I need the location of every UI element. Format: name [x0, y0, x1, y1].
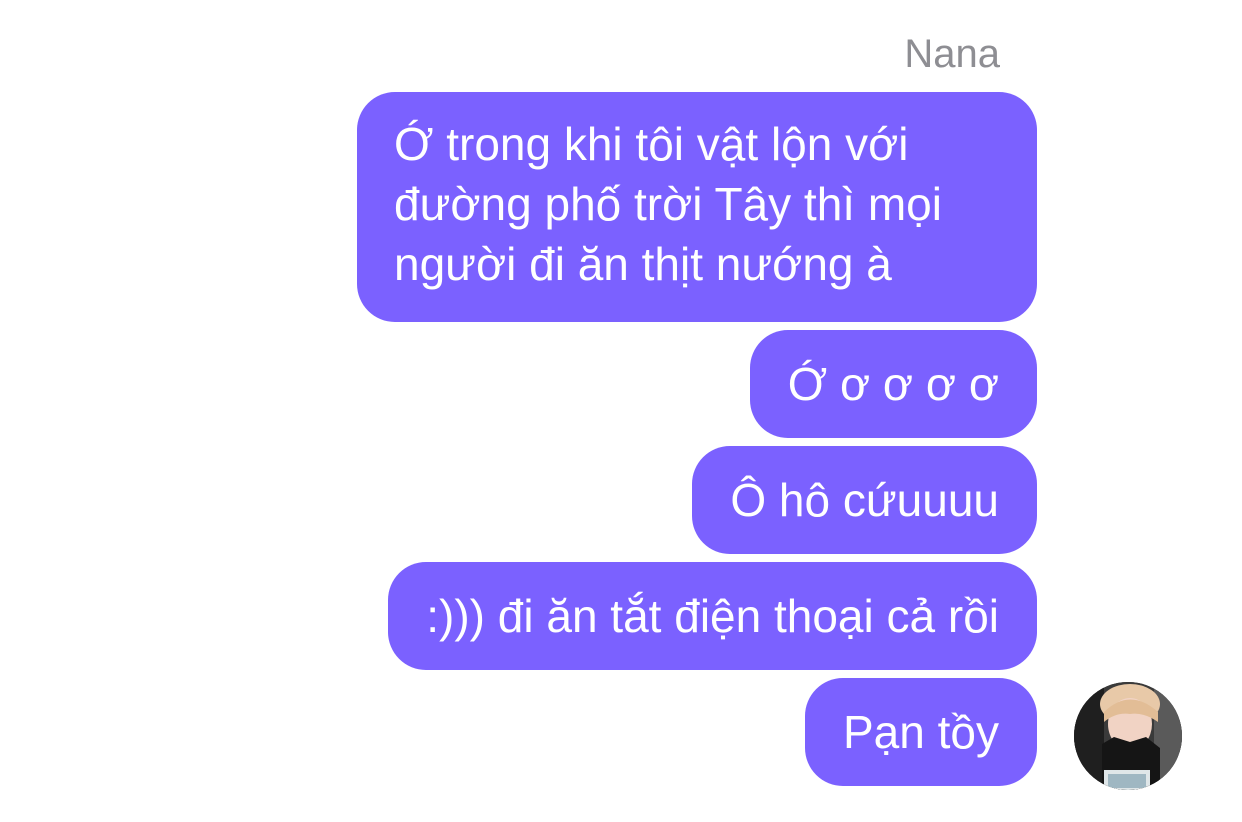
message-bubble[interactable]: Ớ trong khi tôi vật lộn với đường phố tr…	[357, 92, 1037, 322]
message-bubble[interactable]: Ớ ơ ơ ơ ơ	[749, 330, 1037, 438]
message-thread: Ớ trong khi tôi vật lộn với đường phố tr…	[357, 92, 1037, 786]
avatar-photo-icon	[1074, 682, 1182, 790]
message-bubble[interactable]: Ô hô cứuuuu	[692, 446, 1037, 554]
sender-name: Nana	[904, 32, 1000, 76]
sender-avatar[interactable]	[1074, 682, 1182, 790]
message-bubble[interactable]: :))) đi ăn tắt điện thoại cả rồi	[388, 562, 1037, 670]
message-bubble[interactable]: Pạn tồy	[805, 678, 1037, 786]
